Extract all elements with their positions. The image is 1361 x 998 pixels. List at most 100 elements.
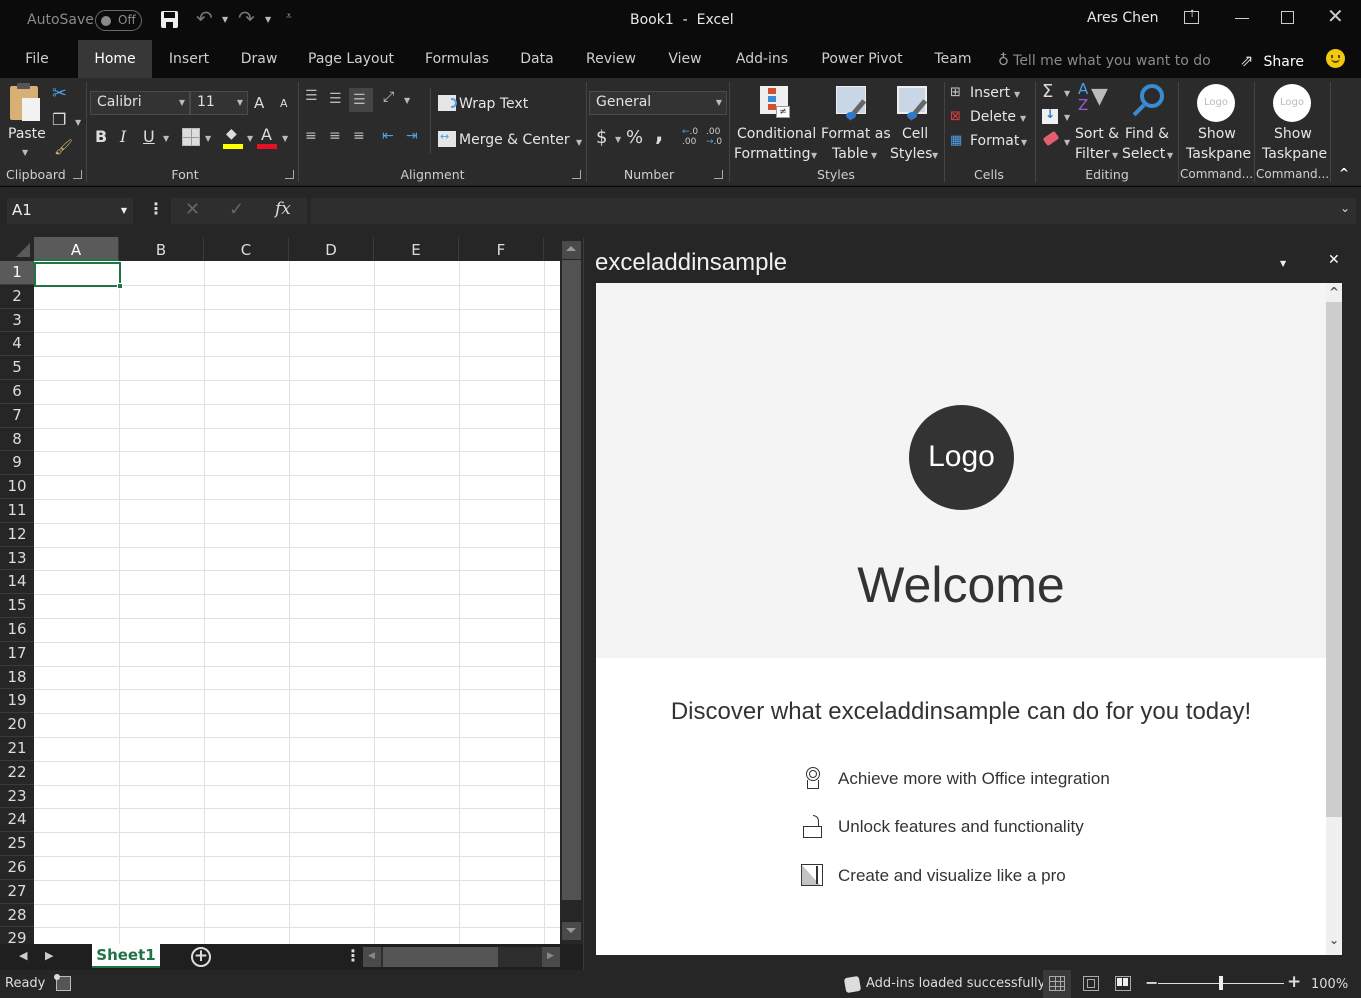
currency-dropdown-icon[interactable]: ▼ [615,135,621,144]
number-format-dropdown[interactable]: General ▼ [589,91,727,115]
find-select-label-2[interactable]: Select [1122,146,1165,162]
percent-button[interactable]: % [626,127,643,148]
scroll-right-button[interactable]: ▶ [542,947,560,967]
sheet-tab-sheet1[interactable]: Sheet1 [92,944,160,968]
merge-dropdown-icon[interactable]: ▼ [576,138,582,147]
page-layout-view-button[interactable] [1083,976,1099,991]
taskpane-scroll-up-icon[interactable]: ^ [1329,285,1339,299]
autosum-icon[interactable]: Σ [1042,81,1053,102]
currency-button[interactable]: $ [596,127,607,148]
delete-cells-icon[interactable]: ⊠ [950,109,961,124]
row-header[interactable]: 27 [0,879,34,904]
row-header[interactable]: 10 [0,475,34,499]
page-break-view-button[interactable] [1115,976,1131,991]
conditional-formatting-label-1[interactable]: Conditional [737,126,816,142]
tab-view[interactable]: View [660,40,710,78]
row-header[interactable]: 25 [0,832,34,856]
taskpane-scrollbar[interactable]: ^ ⌄ [1326,283,1342,955]
customize-qat-icon[interactable]: ⩡ [286,11,292,22]
insert-cells-button[interactable]: Insert [970,85,1010,101]
scroll-left-button[interactable]: ◀ [363,947,381,967]
show-taskpane-label-1a[interactable]: Show [1198,126,1236,142]
zoom-slider-thumb[interactable] [1219,976,1223,990]
select-all-button[interactable] [0,237,34,261]
macro-record-icon[interactable] [54,974,71,991]
row-header[interactable]: 11 [0,499,34,523]
vertical-scrollbar[interactable] [560,237,583,944]
scroll-up-button[interactable] [562,241,581,259]
smiley-feedback-icon[interactable] [1326,49,1345,68]
fill-color-icon[interactable]: ◆ [222,126,244,149]
font-color-dropdown-icon[interactable]: ▼ [282,134,288,143]
undo-dropdown-icon[interactable]: ▼ [222,15,228,24]
minimize-icon[interactable] [1235,18,1249,19]
row-header[interactable]: 7 [0,403,34,428]
taskpane-scroll-thumb[interactable] [1326,302,1342,817]
column-header[interactable]: F [459,237,544,261]
row-header[interactable]: 26 [0,856,34,880]
fill-color-dropdown-icon[interactable]: ▼ [247,134,253,143]
column-header[interactable]: C [204,237,289,261]
taskpane-scroll-down-icon[interactable]: ⌄ [1329,933,1339,947]
show-taskpane-label-2a[interactable]: Show [1274,126,1312,142]
tab-team[interactable]: Team [926,40,980,78]
zoom-level[interactable]: 100% [1311,977,1348,992]
tab-insert[interactable]: Insert [160,40,218,78]
orientation-icon[interactable]: ⤢ [383,89,394,105]
row-header[interactable]: 24 [0,808,34,833]
increase-font-icon[interactable]: A [254,94,264,112]
user-name[interactable]: Ares Chen [1087,10,1159,26]
row-header[interactable]: 19 [0,689,34,714]
worksheet-grid[interactable]: ABCDEF 1 2 3 4 5 6 7 8 9 10 11 12 13 14 15 16 17 18 19 20 21… [0,237,560,944]
hscroll-thumb[interactable] [383,947,498,967]
expand-formula-bar-icon[interactable]: ⌄ [1340,201,1350,215]
normal-view-button[interactable] [1043,970,1071,998]
format-cells-button[interactable]: Format [970,133,1019,149]
redo-dropdown-icon[interactable]: ▼ [265,15,271,24]
row-header[interactable]: 3 [0,308,34,333]
tab-power-pivot[interactable]: Power Pivot [814,40,910,78]
taskpane-options-icon[interactable]: ▼ [1280,259,1286,268]
more-options-icon[interactable]: ⋮ [148,199,164,218]
show-taskpane-label-2b[interactable]: Taskpane [1262,146,1327,162]
row-header[interactable]: 2 [0,284,34,309]
collapse-ribbon-icon[interactable]: ^ [1339,166,1349,180]
autosum-dropdown-icon[interactable]: ▼ [1064,89,1070,98]
tab-formulas[interactable]: Formulas [416,40,498,78]
row-header[interactable]: 1 [0,261,34,285]
row-header[interactable]: 9 [0,451,34,476]
delete-cells-button[interactable]: Delete [970,109,1016,125]
tab-add-ins[interactable]: Add-ins [726,40,798,78]
tab-home[interactable]: Home [78,40,152,78]
row-header[interactable]: 14 [0,570,34,595]
format-painter-icon[interactable]: 🖌 [54,138,73,156]
format-cells-icon[interactable]: ▦ [950,133,962,148]
save-icon[interactable] [161,11,178,28]
add-sheet-button[interactable]: + [191,947,211,967]
borders-dropdown-icon[interactable]: ▼ [205,134,211,143]
middle-align-icon[interactable]: ☰ [329,91,342,107]
tab-review[interactable]: Review [578,40,644,78]
row-header[interactable]: 20 [0,713,34,737]
show-taskpane-label-1b[interactable]: Taskpane [1186,146,1251,162]
alignment-launcher-icon[interactable] [572,170,581,179]
align-center-icon[interactable]: ≡ [329,128,341,144]
row-header[interactable]: 28 [0,903,34,928]
redo-icon[interactable]: ↷ [238,6,255,30]
font-size-dropdown[interactable]: 11 ▼ [190,91,248,115]
fill-handle[interactable] [117,283,123,289]
format-as-table-label-2[interactable]: Table [832,146,868,162]
row-header[interactable]: 18 [0,665,34,690]
zoom-in-button[interactable]: + [1287,972,1301,992]
row-header[interactable]: 15 [0,594,34,618]
cell-styles-icon[interactable] [897,86,933,121]
format-as-table-icon[interactable] [836,86,872,121]
scroll-down-button[interactable] [562,922,581,940]
tab-file[interactable]: File [14,40,60,78]
decrease-indent-icon[interactable]: ⇤ [382,128,394,144]
column-header[interactable]: E [374,237,459,261]
row-header[interactable]: 8 [0,427,34,452]
increase-indent-icon[interactable]: ⇥ [406,128,418,144]
fill-icon[interactable]: ↓ [1042,107,1058,124]
horizontal-scrollbar[interactable]: ◀ ▶ [363,947,560,967]
